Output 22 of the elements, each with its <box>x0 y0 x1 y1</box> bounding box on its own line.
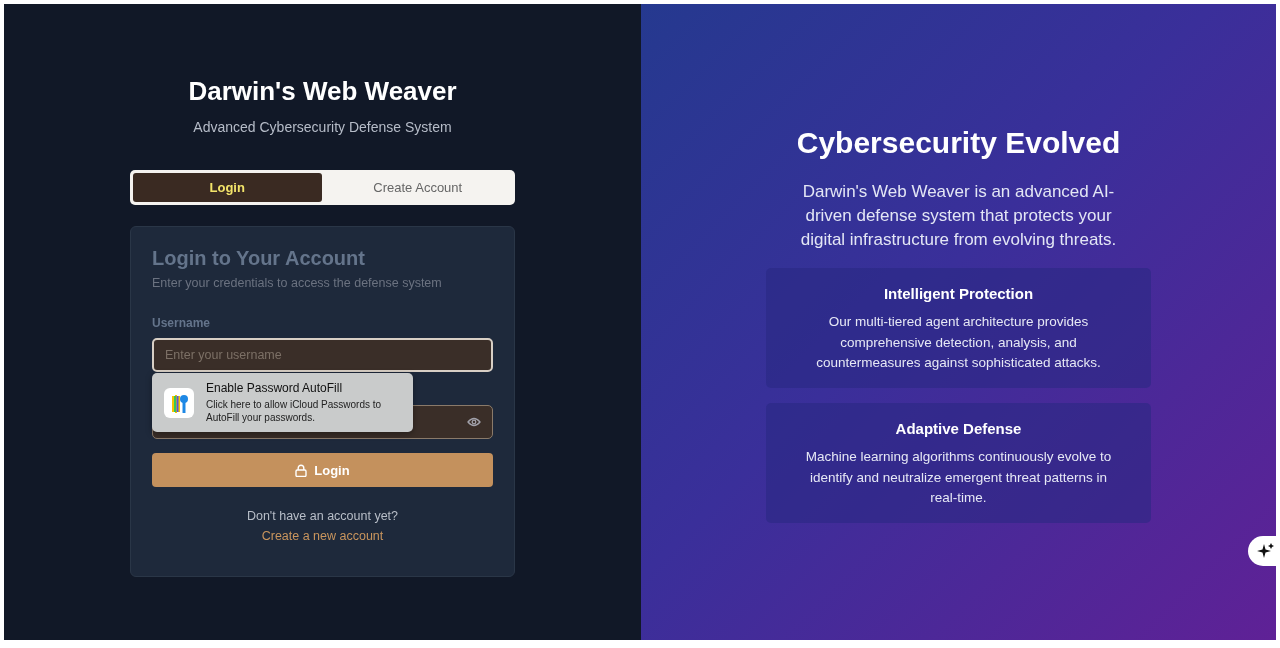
tab[interactable]: Login <box>133 173 322 202</box>
feature-text: Our multi-tiered agent architecture provides comprehensive detection, analysis, and countermeasures against sophisticated attacks. <box>815 313 1102 372</box>
keys-icon <box>164 387 194 418</box>
field-label: Username <box>152 316 212 330</box>
feature-title: Intelligent Protection <box>882 285 1035 302</box>
hero-title: Cybersecurity Evolved <box>796 126 1121 160</box>
app-title: Darwin's Web Weaver <box>188 76 457 107</box>
popup-text: Click here to allow iCloud Passwords to AutoFill your passwords. <box>206 398 383 424</box>
signup-prompt: Don't have an account yet? <box>245 509 400 523</box>
popup-title: Enable Password AutoFill <box>206 381 344 395</box>
username-field[interactable]: Enter your username <box>152 338 493 372</box>
hero-text: Darwin's Web Weaver is an advanced AI-driven defense system that protects your digital infrastructure from evolving threats. <box>799 181 1118 251</box>
card-title: Login to Your Account <box>152 247 366 270</box>
card-description: Enter your credentials to access the defense system <box>152 276 443 290</box>
create-account-link[interactable]: Create a new account <box>261 529 384 543</box>
feature-title: Adaptive Defense <box>894 420 1023 437</box>
eye-icon[interactable] <box>467 417 481 427</box>
feature-text: Machine learning algorithms continuously evolve to identify and neutralize emergent threat patterns in real-time. <box>804 448 1113 507</box>
autofill-popup[interactable]: Enable Password AutoFill Click here to allow iCloud Passwords to AutoFill your passwords. <box>152 373 413 432</box>
lock-icon <box>295 463 308 477</box>
tab[interactable]: Create Account <box>323 173 512 202</box>
app-subtitle: Advanced Cybersecurity Defense System <box>192 119 453 135</box>
